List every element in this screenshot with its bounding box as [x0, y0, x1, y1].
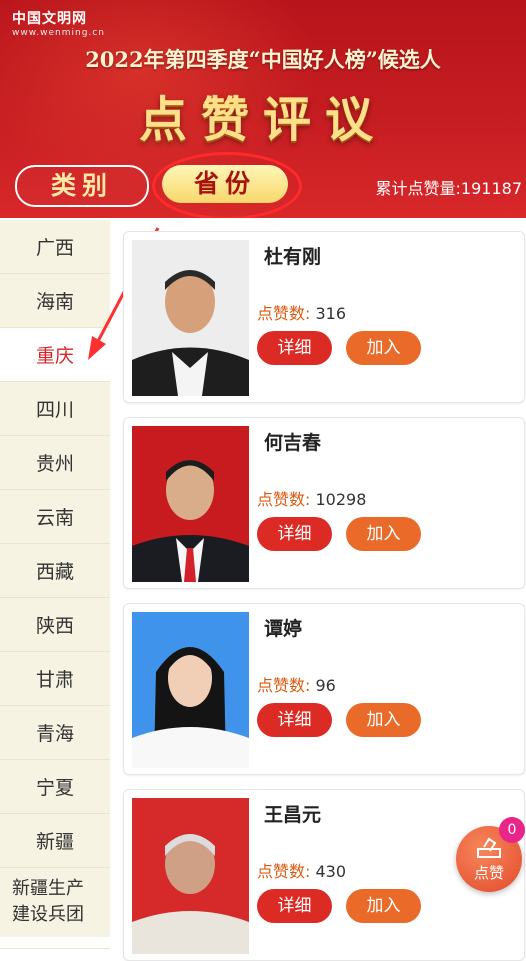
candidate-card: 何吉春 点赞数: 10298 详细 加入	[123, 417, 525, 589]
sidebar-item-yunnan[interactable]: 云南	[0, 490, 110, 544]
candidate-photo	[132, 240, 249, 396]
ballot-icon	[476, 835, 502, 863]
likes-label: 点赞数:	[257, 490, 311, 509]
candidate-photo	[132, 798, 249, 954]
candidate-likes: 点赞数: 430	[257, 858, 346, 882]
candidate-name: 王昌元	[264, 804, 322, 826]
total-likes-label: 累计点赞量:	[375, 179, 461, 198]
sidebar-item-sichuan[interactable]: 四川	[0, 382, 110, 436]
candidate-likes: 点赞数: 10298	[257, 486, 366, 510]
sidebar-item-chongqing[interactable]: 重庆	[0, 328, 110, 382]
likes-count: 316	[315, 304, 347, 323]
likes-count: 10298	[315, 490, 367, 509]
page-subtitle: 2022年第四季度“中国好人榜”候选人	[85, 47, 441, 72]
header-banner: 中国文明网 www.wenming.cn 2022年第四季度“中国好人榜”候选人…	[0, 0, 526, 218]
detail-button[interactable]: 详细	[257, 331, 332, 365]
sidebar-item-xinjiang[interactable]: 新疆	[0, 814, 110, 868]
candidate-photo	[132, 612, 249, 768]
logo-text-cn: 中国文明网	[12, 11, 87, 27]
sidebar-item-guangxi[interactable]: 广西	[0, 220, 110, 274]
wenming-logo: 中国文明网 www.wenming.cn	[12, 8, 105, 38]
detail-button[interactable]: 详细	[257, 703, 332, 737]
tab-category[interactable]: 类别	[15, 165, 149, 207]
join-button[interactable]: 加入	[346, 517, 421, 551]
sidebar-item-qinghai[interactable]: 青海	[0, 706, 110, 760]
sidebar-item-ningxia[interactable]: 宁夏	[0, 760, 110, 814]
candidate-photo	[132, 426, 249, 582]
likes-label: 点赞数:	[257, 676, 311, 695]
likes-count: 96	[315, 676, 336, 695]
page-title: 点赞评议	[138, 92, 387, 148]
sidebar-item-guizhou[interactable]: 贵州	[0, 436, 110, 490]
candidate-card: 谭婷 点赞数: 96 详细 加入	[123, 603, 525, 775]
total-likes-value: 191187	[460, 179, 522, 198]
candidate-card: 杜有刚 点赞数: 316 详细 加入	[123, 231, 525, 403]
vote-count-badge: 0	[499, 817, 525, 843]
sidebar-item-xizang[interactable]: 西藏	[0, 544, 110, 598]
candidate-name: 杜有刚	[264, 246, 322, 268]
likes-count: 430	[315, 862, 347, 881]
candidate-name: 何吉春	[264, 432, 322, 454]
sidebar-item-shaanxi[interactable]: 陕西	[0, 598, 110, 652]
logo-text-en: www.wenming.cn	[12, 28, 105, 38]
likes-label: 点赞数:	[257, 304, 311, 323]
candidate-likes: 点赞数: 96	[257, 672, 336, 696]
likes-label: 点赞数:	[257, 862, 311, 881]
sidebar-item-gansu[interactable]: 甘肃	[0, 652, 110, 706]
join-button[interactable]: 加入	[346, 331, 421, 365]
total-likes: 累计点赞量:191187	[376, 175, 522, 199]
candidate-name: 谭婷	[264, 618, 303, 640]
vote-float-label: 点赞	[473, 864, 504, 882]
tab-province[interactable]: 省份	[162, 165, 288, 203]
detail-button[interactable]: 详细	[257, 517, 332, 551]
join-button[interactable]: 加入	[346, 889, 421, 923]
detail-button[interactable]: 详细	[257, 889, 332, 923]
candidate-likes: 点赞数: 316	[257, 300, 346, 324]
province-sidebar: 广西 海南 重庆 四川 贵州 云南 西藏 陕西 甘肃 青海 宁夏 新疆 新疆生产…	[0, 220, 110, 949]
join-button[interactable]: 加入	[346, 703, 421, 737]
sidebar-item-hainan[interactable]: 海南	[0, 274, 110, 328]
